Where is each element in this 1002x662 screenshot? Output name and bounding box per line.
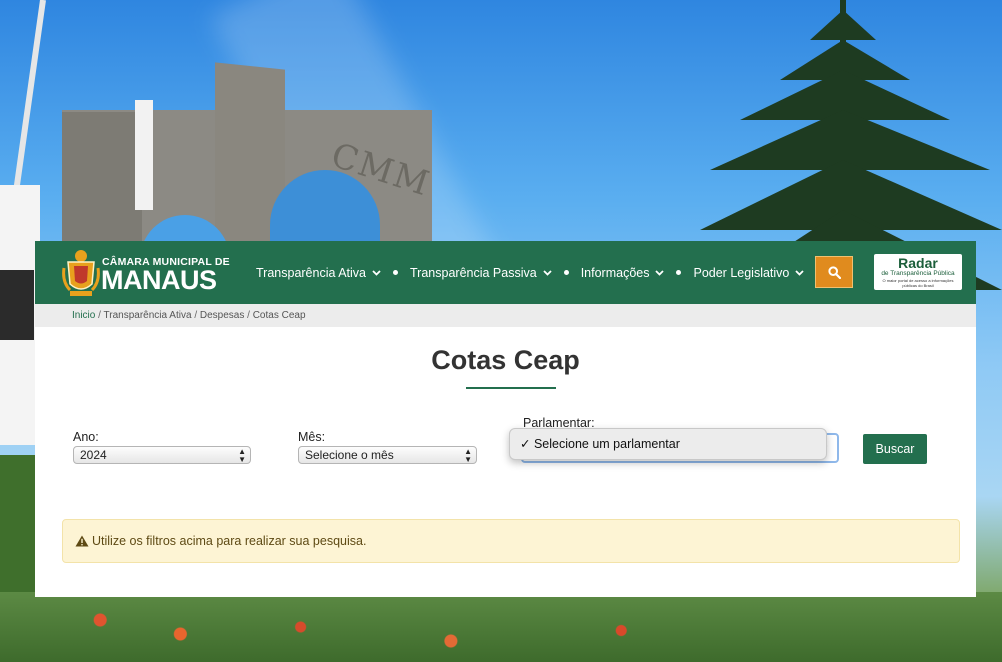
alert-text: Utilize os filtros acima para realizar s…: [92, 534, 367, 548]
mes-select[interactable]: Selecione o mês ▲ ▼: [298, 446, 477, 464]
breadcrumb: Inicio / Transparência Ativa / Despesas …: [35, 304, 976, 327]
title-underline: [466, 387, 556, 389]
nav-informacoes[interactable]: Informações: [581, 266, 665, 280]
flag: [135, 100, 153, 210]
nav-label: Informações: [580, 265, 650, 280]
page-title: Cotas Ceap: [431, 345, 580, 375]
ano-label: Ano:: [73, 430, 99, 444]
search-button[interactable]: [815, 256, 853, 288]
radar-tagline: O maior portal de acesso a informações p…: [882, 278, 954, 288]
nav-label: Transparência Passiva: [410, 265, 537, 280]
breadcrumb-home-link[interactable]: Inicio: [72, 310, 95, 321]
nav-label: Transparência Ativa: [256, 265, 367, 280]
breadcrumb-item[interactable]: Transparência Ativa: [104, 310, 192, 321]
coat-of-arms-icon: [62, 250, 100, 296]
chevron-down-icon: [372, 269, 381, 276]
option-label: Selecione um parlamentar: [533, 437, 680, 451]
nav-label: Poder Legislativo: [693, 265, 790, 280]
radar-transparencia-logo[interactable]: Radar de Transparência Pública O maior p…: [874, 254, 962, 290]
buscar-button[interactable]: Buscar: [863, 434, 927, 464]
main-nav: Transparência Ativa Transparência Passiv…: [256, 241, 805, 304]
parlamentar-dropdown-option[interactable]: ✓ Selecione um parlamentar: [509, 428, 827, 460]
ano-select[interactable]: 2024 ▲ ▼: [73, 446, 251, 464]
warning-icon: [75, 535, 89, 547]
updown-arrows-icon: ▲ ▼: [464, 447, 472, 464]
flower-bushes: [0, 592, 1002, 662]
nav-transparencia-passiva[interactable]: Transparência Passiva: [410, 266, 552, 280]
navbar: CÂMARA MUNICIPAL DE MANAUS Transparência…: [35, 241, 976, 304]
ano-value: 2024: [80, 448, 107, 462]
logo-title: MANAUS: [101, 265, 217, 295]
main-panel: CÂMARA MUNICIPAL DE MANAUS Transparência…: [35, 241, 976, 597]
search-icon: [827, 265, 841, 279]
nav-separator: [393, 270, 399, 275]
chevron-down-icon: [795, 269, 805, 276]
nav-transparencia-ativa[interactable]: Transparência Ativa: [256, 266, 381, 280]
radar-subtitle: de Transparência Pública: [881, 270, 955, 277]
building-window: [0, 270, 34, 340]
chevron-down-icon: [655, 269, 665, 276]
nav-poder-legislativo[interactable]: Poder Legislativo: [693, 265, 805, 280]
breadcrumb-current: Cotas Ceap: [252, 310, 306, 321]
radar-title: Radar: [898, 255, 938, 271]
arch-pillar: [62, 112, 142, 252]
info-alert: Utilize os filtros acima para realizar s…: [62, 519, 960, 563]
site-logo[interactable]: CÂMARA MUNICIPAL DE MANAUS: [60, 246, 250, 301]
updown-arrows-icon: ▲ ▼: [238, 447, 246, 464]
chevron-down-icon: [543, 269, 552, 276]
nav-separator: [676, 270, 682, 275]
nav-separator: [563, 270, 569, 275]
mes-label: Mês:: [298, 430, 326, 444]
breadcrumb-item[interactable]: Despesas: [200, 310, 244, 321]
mes-value: Selecione o mês: [305, 448, 394, 462]
checkmark-icon: ✓: [520, 437, 534, 451]
